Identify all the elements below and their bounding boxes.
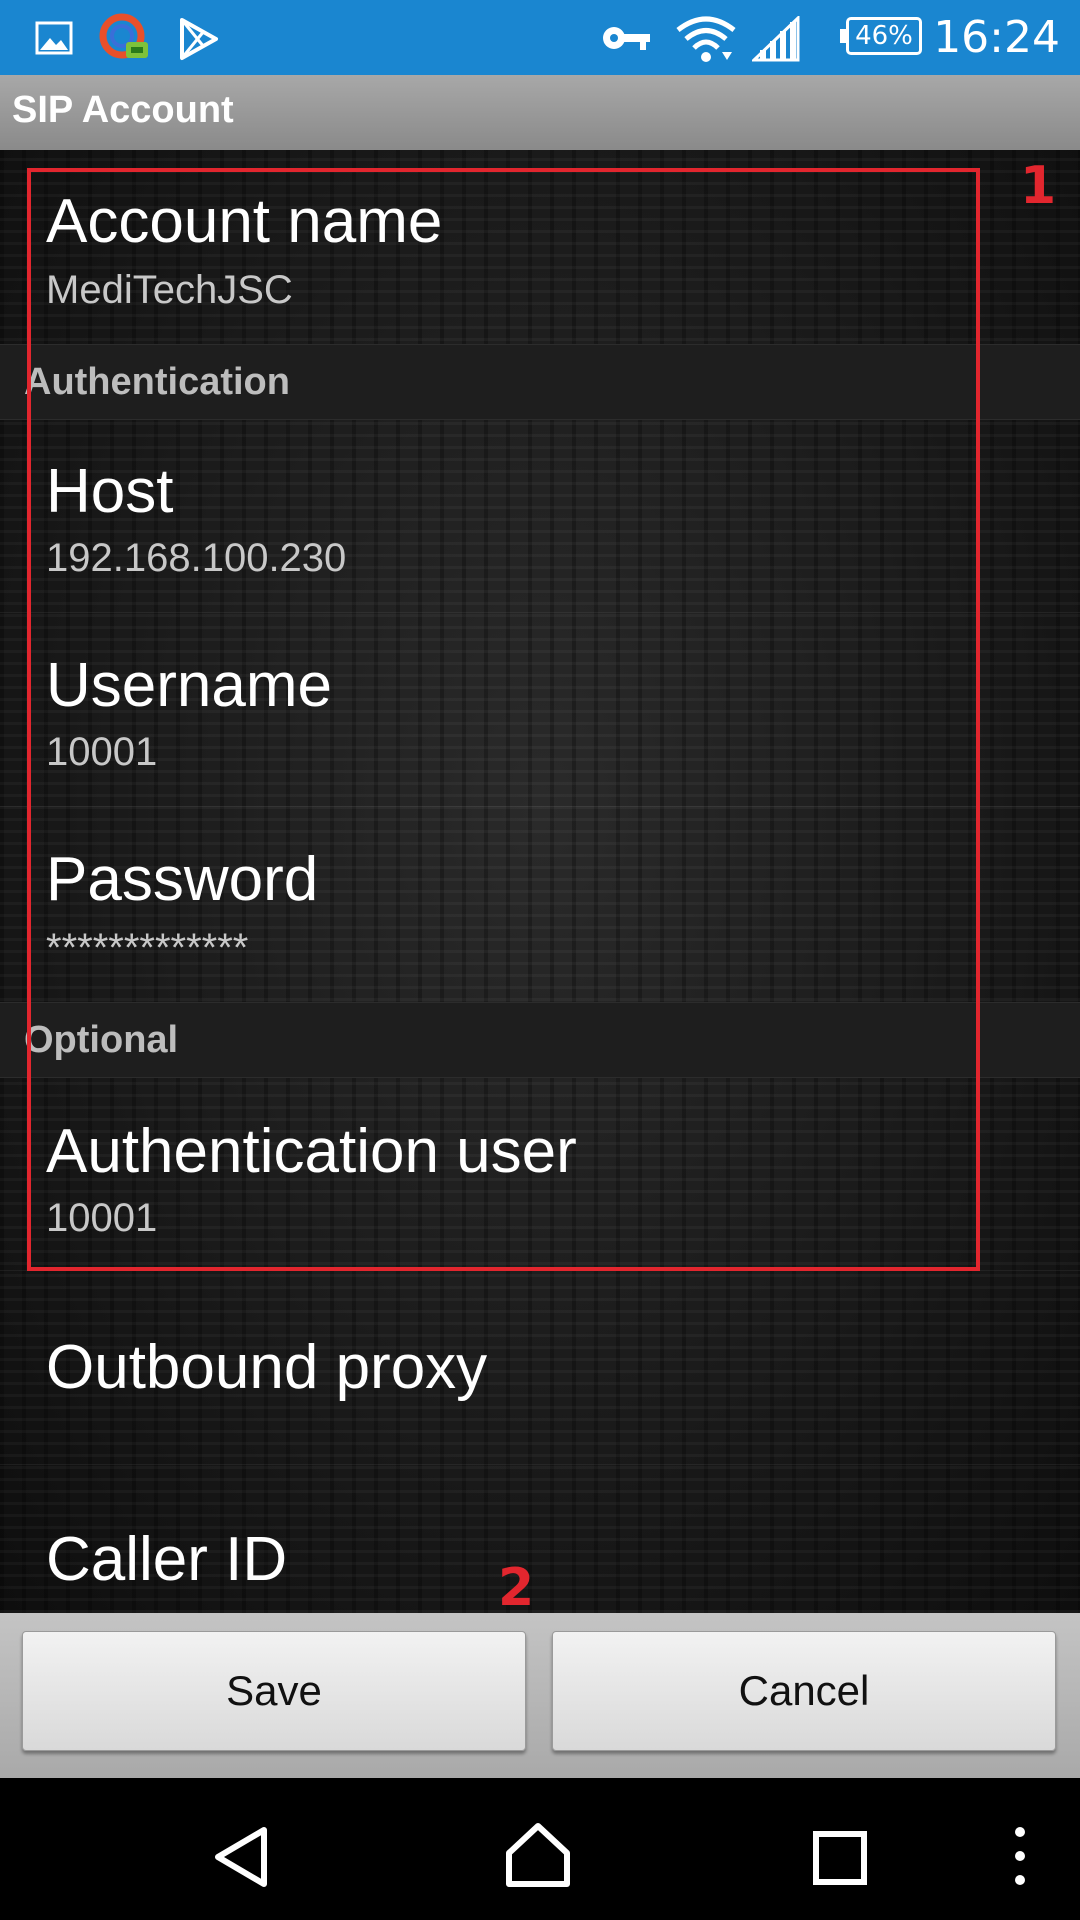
battery-icon: 46%: [840, 17, 922, 55]
button-bar: Save Cancel: [0, 1613, 1080, 1778]
wifi-icon: [676, 14, 736, 69]
signal-icon: [750, 14, 800, 67]
home-icon[interactable]: [505, 1822, 571, 1893]
pref-outbound-proxy[interactable]: Outbound proxy: [0, 1270, 1080, 1465]
action-bar: SIP Account: [0, 75, 1080, 150]
vpn-app-icon: [98, 12, 152, 71]
status-bar: 46% 16:24: [0, 0, 1080, 75]
menu-icon[interactable]: [1010, 1824, 1030, 1893]
back-icon[interactable]: [212, 1826, 270, 1893]
recents-icon[interactable]: [812, 1830, 868, 1891]
clock: 16:24: [933, 12, 1060, 63]
gallery-icon: [34, 18, 74, 63]
pref-title: Caller ID: [46, 1525, 288, 1594]
save-button[interactable]: Save: [22, 1631, 526, 1751]
key-icon: [602, 22, 652, 59]
cancel-button[interactable]: Cancel: [552, 1631, 1056, 1751]
annotation-label-2: 2: [498, 1558, 535, 1618]
pref-title: Outbound proxy: [46, 1333, 488, 1402]
play-store-icon: [176, 16, 222, 67]
page-title: SIP Account: [12, 89, 234, 131]
pref-caller-id[interactable]: Caller ID: [0, 1464, 1080, 1613]
annotation-label-1: 1: [1020, 156, 1057, 216]
navigation-bar: [0, 1778, 1080, 1920]
annotation-box-1: [27, 168, 980, 1271]
